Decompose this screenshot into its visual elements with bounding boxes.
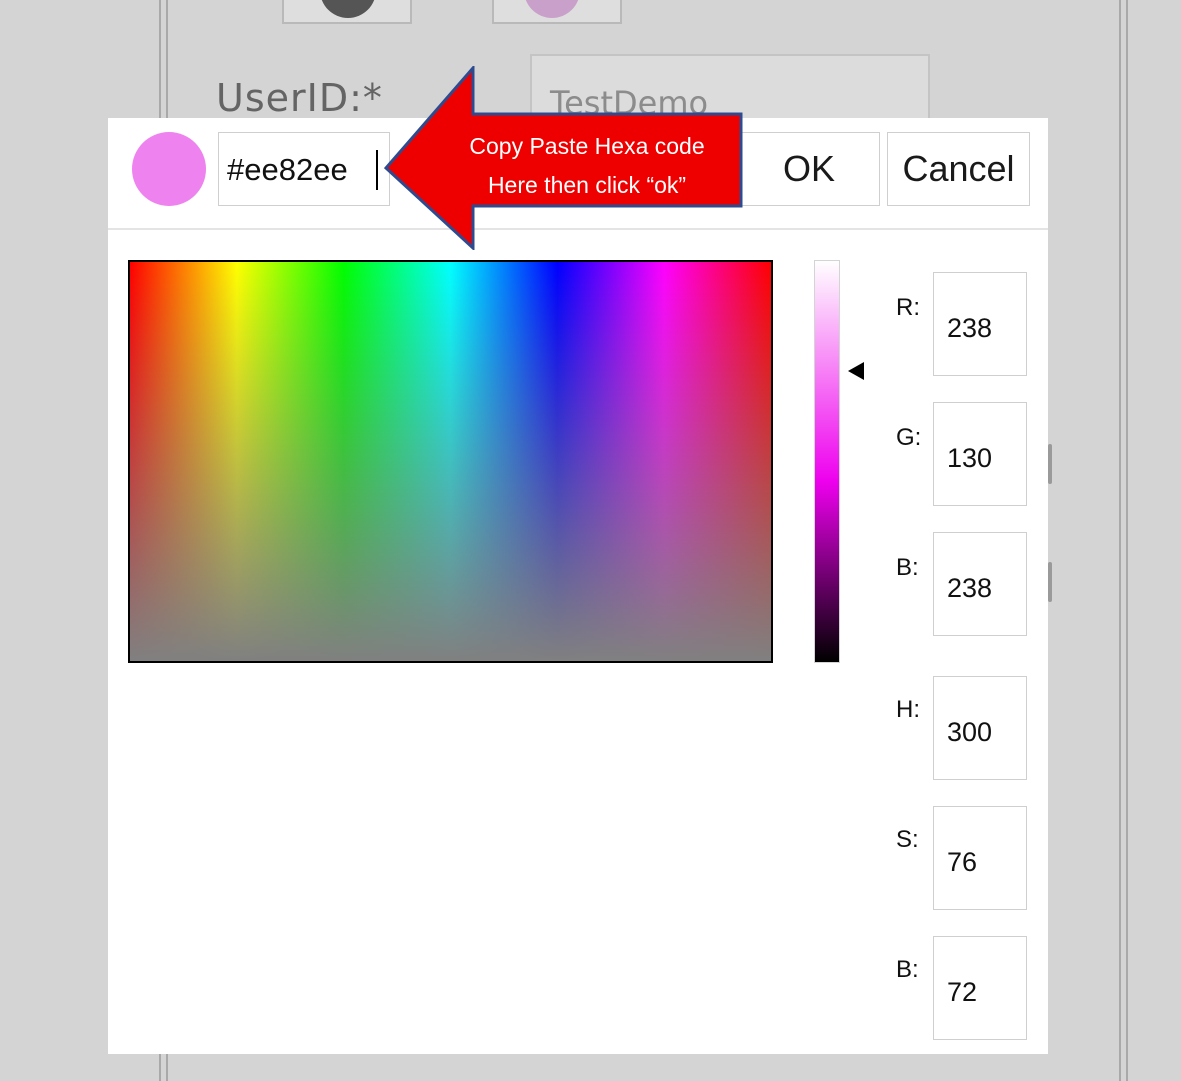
- dark-swatch-icon: [320, 0, 376, 18]
- g-value: 130: [947, 443, 993, 473]
- h-label: H:: [896, 696, 920, 723]
- g-label: G:: [896, 424, 922, 451]
- brightness-label: B:: [896, 956, 919, 983]
- s-input[interactable]: 76: [933, 806, 1027, 910]
- form-border-right-inner: [1126, 0, 1128, 1081]
- s-label: S:: [896, 826, 919, 853]
- color-picker-dialog: #ee82ee OK Cancel R: 238 G: 130 B: 238 H…: [108, 118, 1048, 1054]
- background-scroll-tick: [1048, 562, 1052, 602]
- hex-code-value: #ee82ee: [227, 152, 348, 187]
- current-color-swatch: [132, 132, 206, 206]
- h-input[interactable]: 300: [933, 676, 1027, 780]
- b-value: 238: [947, 573, 993, 603]
- annotation-text: Copy Paste Hexa code Here then click “ok…: [432, 127, 742, 205]
- b-label: B:: [896, 554, 919, 581]
- r-input[interactable]: 238: [933, 272, 1027, 376]
- b-input[interactable]: 238: [933, 532, 1027, 636]
- background-scroll-tick: [1048, 444, 1052, 484]
- form-border-right: [1119, 0, 1121, 1081]
- violet-swatch-icon: [524, 0, 580, 18]
- brightness-slider[interactable]: [814, 260, 840, 663]
- userid-label: UserID:*: [216, 76, 383, 120]
- color-spectrum-area[interactable]: [128, 260, 773, 663]
- annotation-line-2: Here then click “ok”: [487, 172, 687, 198]
- brightness-value: 72: [947, 977, 978, 1007]
- background-color-button-violet[interactable]: [492, 0, 622, 24]
- r-value: 238: [947, 313, 993, 343]
- hex-code-input[interactable]: #ee82ee: [218, 132, 390, 206]
- ok-button[interactable]: OK: [738, 132, 880, 206]
- slider-pointer-icon[interactable]: [848, 362, 864, 380]
- annotation-line-1: Copy Paste Hexa code: [469, 133, 705, 159]
- r-label: R:: [896, 294, 920, 321]
- h-value: 300: [947, 717, 993, 747]
- text-caret: [376, 150, 378, 190]
- cancel-button[interactable]: Cancel: [887, 132, 1030, 206]
- s-value: 76: [947, 847, 978, 877]
- brightness-input[interactable]: 72: [933, 936, 1027, 1040]
- g-input[interactable]: 130: [933, 402, 1027, 506]
- background-color-button-dark[interactable]: [282, 0, 412, 24]
